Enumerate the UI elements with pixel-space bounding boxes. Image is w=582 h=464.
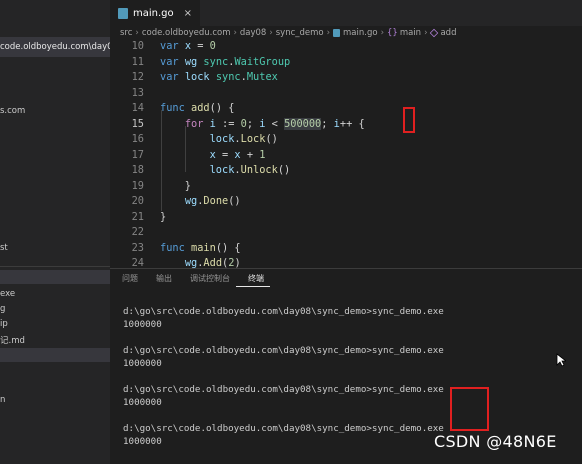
explorer-selection-highlight	[0, 348, 110, 362]
terminal-line: d:\go\src\code.oldboyedu.com\day08\sync_…	[123, 423, 444, 434]
terminal-line: 1000000	[123, 397, 162, 408]
code-line: 13	[131, 86, 144, 99]
function-cube-icon	[430, 28, 439, 38]
breadcrumb-item[interactable]: code.oldboyedu.com	[142, 28, 231, 38]
explorer-item[interactable]: exe	[0, 289, 15, 299]
explorer-item[interactable]: s.com	[0, 106, 25, 116]
code-line: 12 var lock sync.Mutex	[131, 71, 278, 83]
breadcrumb: src › code.oldboyedu.com › day08 › sync_dem…	[110, 26, 582, 40]
chevron-right-icon: ›	[135, 28, 139, 38]
tab-problems[interactable]: 问题	[110, 269, 144, 287]
code-line: 19 }	[131, 179, 191, 192]
panel-tabs: 问题 输出 调试控制台 终端	[110, 269, 270, 287]
breadcrumb-item[interactable]: sync_demo	[276, 28, 324, 38]
breadcrumb-item[interactable]: main.go	[343, 28, 378, 38]
code-line-active: 15 for i := 0; i < 500000; i++ {	[131, 117, 365, 130]
code-line: 24 wg.Add(2)	[131, 257, 241, 268]
bottom-panel: 问题 输出 调试控制台 终端 d:\go\src\code.oldboyedu.…	[110, 268, 582, 464]
watermark: CSDN @48N6E	[434, 432, 557, 451]
chevron-right-icon: ›	[326, 28, 331, 38]
close-icon[interactable]: ×	[184, 8, 192, 19]
go-file-icon	[333, 29, 341, 37]
editor-tab-bar: main.go ×	[110, 0, 582, 26]
chevron-right-icon: ›	[424, 28, 428, 38]
code-line: 16 lock.Lock()	[131, 133, 278, 145]
explorer-item[interactable]: st	[0, 243, 8, 253]
tab-terminal[interactable]: 终端	[236, 269, 270, 287]
code-line: 14 func add() {	[131, 102, 235, 114]
explorer-item[interactable]: n	[0, 395, 5, 405]
terminal-line: d:\go\src\code.oldboyedu.com\day08\sync_…	[123, 345, 444, 356]
code-line: 21}	[131, 210, 167, 223]
chevron-right-icon: ›	[233, 28, 237, 38]
module-braces-icon: {}	[386, 28, 398, 38]
explorer-path-item[interactable]: code.oldboyedu.com\day08\s...	[0, 37, 110, 57]
chevron-right-icon: ›	[380, 28, 384, 38]
code-line: 17 x = x + 1	[131, 148, 266, 161]
annotation-box	[403, 107, 415, 133]
go-file-icon	[118, 7, 128, 19]
code-line: 11 var wg sync.WaitGroup	[131, 55, 291, 68]
tab-label: main.go	[133, 7, 174, 19]
breadcrumb-item[interactable]: add	[440, 28, 456, 38]
breadcrumb-item[interactable]: day08	[240, 28, 266, 38]
code-editor[interactable]: 10 var x = 0 11 var wg sync.WaitGroup 12 va…	[110, 40, 582, 268]
tab-output[interactable]: 输出	[144, 269, 178, 287]
code-line: 10 var x = 0	[131, 40, 216, 52]
sidebar-divider	[0, 266, 110, 267]
explorer-selection-highlight	[0, 270, 110, 284]
code-line: 18 lock.Unlock()	[131, 164, 291, 176]
terminal-line: d:\go\src\code.oldboyedu.com\day08\sync_…	[123, 384, 444, 395]
explorer-item[interactable]: g	[0, 304, 5, 314]
terminal-line: 1000000	[123, 319, 162, 330]
terminal-line: 1000000	[123, 436, 162, 447]
code-line: 23 func main() {	[131, 241, 241, 254]
tab-debug-console[interactable]: 调试控制台	[178, 269, 236, 287]
mouse-pointer-icon	[556, 353, 566, 367]
tab-main-go[interactable]: main.go ×	[110, 0, 200, 26]
code-line: 22	[131, 226, 144, 238]
explorer-sidebar: code.oldboyedu.com\day08\s... s.com st e…	[0, 0, 110, 464]
terminal-line: 1000000	[123, 358, 162, 369]
breadcrumb-item[interactable]: src	[120, 28, 132, 38]
code-line: 20 wg.Done()	[131, 195, 241, 207]
chevron-right-icon: ›	[269, 28, 273, 38]
breadcrumb-item[interactable]: main	[400, 28, 421, 38]
explorer-item[interactable]: ip	[0, 319, 8, 329]
annotation-box	[450, 387, 489, 431]
explorer-item[interactable]: 记.md	[0, 334, 25, 346]
terminal-line: d:\go\src\code.oldboyedu.com\day08\sync_…	[123, 306, 444, 317]
